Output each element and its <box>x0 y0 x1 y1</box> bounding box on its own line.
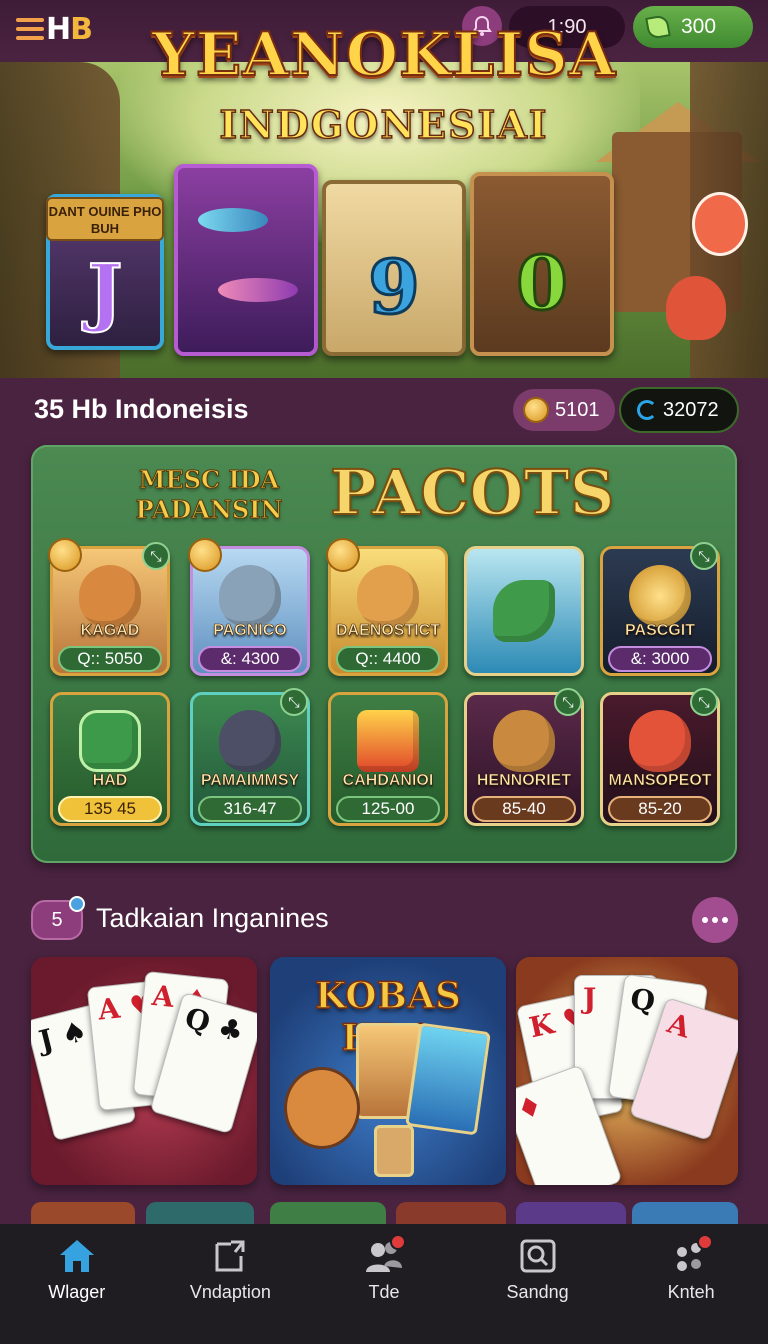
reel-3-symbol: 9 <box>367 244 421 333</box>
section-title: 35 Hb Indoneisis <box>34 394 249 424</box>
document-icon <box>210 1236 250 1276</box>
card-game-tile[interactable]: K ♥ J Q A ♦ <box>516 957 738 1185</box>
expand-icon[interactable]: ⤡ <box>280 688 308 716</box>
koi-icon <box>692 192 748 256</box>
nav-item-people[interactable]: Tde <box>307 1224 461 1344</box>
game-tile[interactable]: ⤡ HENNORIET 85-40 <box>464 688 584 826</box>
game-value: &: 4300 <box>198 646 302 672</box>
nav-label: Sandng <box>506 1282 569 1302</box>
nav-item-home[interactable]: Wlager <box>0 1224 154 1344</box>
nav-item-search[interactable]: Sandng <box>461 1224 615 1344</box>
game-value: Q:: 4400 <box>336 646 440 672</box>
game-value: &: 3000 <box>608 646 712 672</box>
game-value: 135 45 <box>58 796 162 822</box>
gold-coin-icon <box>523 397 549 423</box>
letter-j-icon <box>357 710 419 772</box>
nav-item-document[interactable]: Vndaption <box>154 1224 308 1344</box>
coin-icon <box>188 538 222 572</box>
notification-dot <box>697 1234 714 1250</box>
panel-subtitle: MESC IDA PADANSIN <box>135 465 283 525</box>
game-name: DAENOSTICT <box>336 622 441 639</box>
bottom-navigation: Wlager Vndaption Tde Sandng Knteh <box>0 1224 768 1344</box>
game-art <box>464 546 584 676</box>
coin-icon <box>48 538 82 572</box>
game-name: KAGAD <box>80 622 140 639</box>
cat-icon <box>357 565 419 627</box>
reel-2 <box>174 164 318 356</box>
fish-icon <box>218 278 298 302</box>
panel-title: PACOTS <box>329 455 615 530</box>
expand-icon[interactable]: ⤡ <box>554 688 582 716</box>
cat-warrior-icon <box>284 1067 360 1149</box>
hero-title: YEANOKLISA <box>151 19 617 91</box>
search-icon <box>518 1236 558 1276</box>
nav-item-games[interactable]: Knteh <box>614 1224 768 1344</box>
game-tile[interactable]: PAGNICO &: 4300 <box>188 538 310 676</box>
coin-icon <box>326 538 360 572</box>
cat-icon <box>79 565 141 627</box>
count-badge: 5 <box>31 896 85 940</box>
small-card-icon <box>374 1125 414 1177</box>
koi-icon <box>629 710 691 772</box>
cat-icon <box>219 710 281 772</box>
game-name: PAMAIMMSY <box>200 772 300 789</box>
reel-label: DANT OUINE PHO BUH <box>46 197 164 241</box>
reel-3: 9 <box>322 180 466 356</box>
game-name: CAHDANIOI <box>342 772 434 789</box>
swirl-icon <box>637 400 657 420</box>
game-value: 316-47 <box>198 796 302 822</box>
nav-label: Vndaption <box>189 1282 271 1302</box>
game-value: 85-40 <box>472 796 576 822</box>
game-name: HENNORIET <box>476 772 572 789</box>
game-name: MANSOPEOT <box>608 772 712 789</box>
game-value: Q:: 5050 <box>58 646 162 672</box>
coin-stat-value: 5101 <box>555 398 600 421</box>
game-tile[interactable]: HAD 135 45 <box>50 692 170 826</box>
game-name: PASCGIT <box>625 622 696 639</box>
nav-label: Tde <box>368 1282 400 1302</box>
game-tile[interactable]: DAENOSTICT Q:: 4400 <box>326 538 448 676</box>
expand-icon[interactable]: ⤡ <box>142 542 170 570</box>
spin-stat[interactable]: 32072 <box>619 387 739 433</box>
nav-label: Wlager <box>48 1282 106 1302</box>
game-tile[interactable]: CAHDANIOI 125-00 <box>328 692 448 826</box>
people-icon <box>364 1234 406 1276</box>
reel-4-symbol: 0 <box>515 240 569 329</box>
game-name: HAD <box>92 772 128 789</box>
expand-icon[interactable]: ⤡ <box>690 688 718 716</box>
nav-label: Knteh <box>667 1282 715 1302</box>
game-tile[interactable]: ⤡ MANSOPEOT 85-20 <box>600 688 720 826</box>
game-value: 125-00 <box>336 796 440 822</box>
game-tile[interactable]: ⤡ PASCGIT &: 3000 <box>600 542 720 676</box>
game-name: PAGNICO <box>213 622 287 639</box>
card-game-tile[interactable]: J ♠ A ♥ A ♠ Q ♣ <box>31 957 257 1185</box>
coin-stat[interactable]: 5101 <box>513 389 615 431</box>
game-tile[interactable]: ⤡ KAGAD Q:: 5050 <box>48 538 170 676</box>
game-tile[interactable] <box>464 546 584 676</box>
seal-icon <box>219 565 281 627</box>
fish-card-icon <box>405 1022 491 1136</box>
reel-1-symbol: J <box>86 248 123 336</box>
count-value: 5 <box>51 908 63 931</box>
games-icon <box>671 1234 714 1276</box>
shield-icon <box>79 710 141 772</box>
fish-icon <box>198 208 268 232</box>
reel-4: 0 <box>470 172 614 356</box>
game-value: 85-20 <box>608 796 712 822</box>
expand-icon[interactable]: ⤡ <box>690 542 718 570</box>
dog-icon <box>493 710 555 772</box>
game-tile[interactable]: ⤡ PAMAIMMSY 316-47 <box>190 688 310 826</box>
bird-icon <box>666 276 726 340</box>
home-icon <box>57 1236 97 1276</box>
fish-icon <box>493 580 555 642</box>
featured-game-tile[interactable]: KOBAS HDA <box>270 957 506 1185</box>
section-title: Tadkaian Inganines <box>96 903 329 933</box>
coins-icon <box>629 565 691 627</box>
notification-dot <box>69 896 85 912</box>
notification-dot <box>389 1234 406 1250</box>
more-options-icon[interactable] <box>692 897 738 943</box>
spin-stat-value: 32072 <box>663 398 719 421</box>
hero-subtitle: INDGONESIAI <box>219 101 549 148</box>
